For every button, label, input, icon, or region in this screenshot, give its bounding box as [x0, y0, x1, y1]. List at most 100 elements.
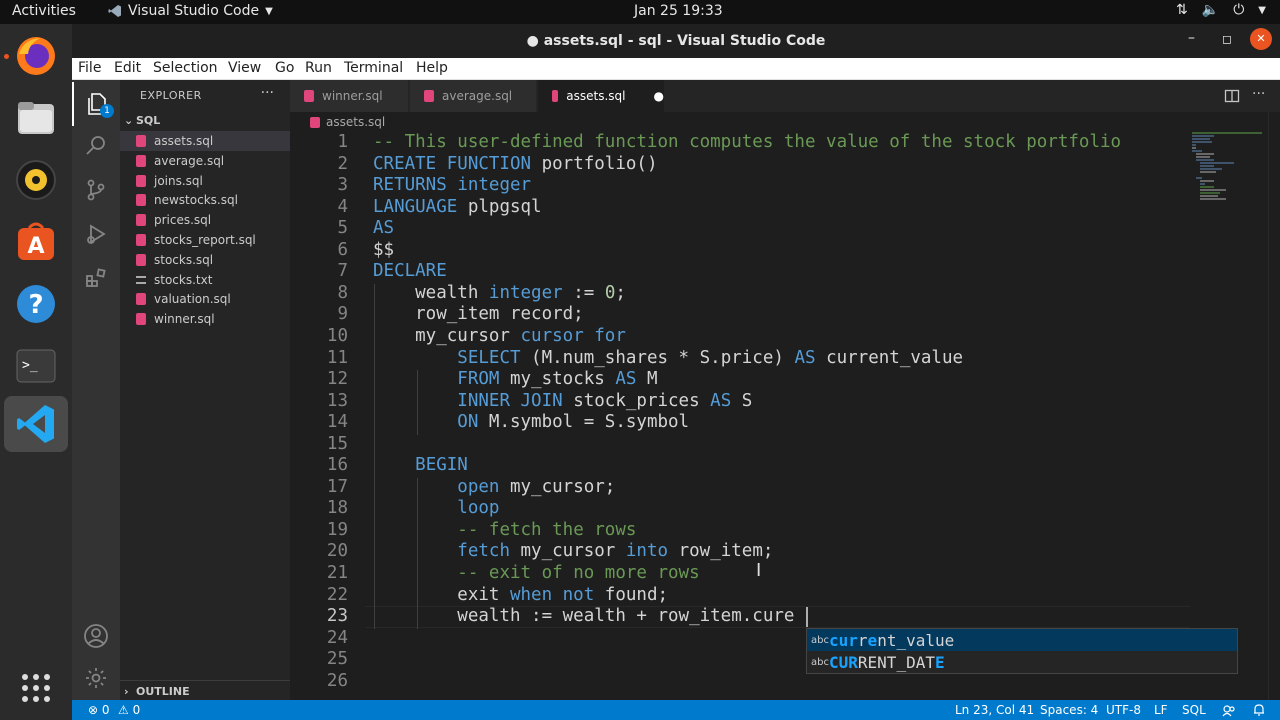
file-item[interactable]: stocks.sql [120, 250, 290, 270]
language-mode[interactable]: SQL [1182, 703, 1206, 717]
clock[interactable]: Jan 25 19:33 [634, 3, 723, 19]
minimize-button[interactable]: – [1188, 30, 1195, 46]
firefox-icon[interactable] [12, 32, 60, 80]
vertical-scrollbar[interactable] [1268, 112, 1280, 700]
account-icon[interactable] [72, 614, 120, 658]
menu-help[interactable]: Help [416, 60, 448, 76]
explorer-icon[interactable]: 1 [72, 82, 120, 126]
suggestion-label: current_value [829, 631, 954, 650]
split-editor-icon[interactable] [1224, 88, 1240, 108]
chevron-down-icon[interactable]: ▼ [1258, 2, 1266, 18]
encoding[interactable]: UTF-8 [1106, 703, 1141, 717]
breadcrumb[interactable]: assets.sql [310, 112, 385, 132]
svg-text:?: ? [28, 290, 43, 320]
code-editor[interactable]: 1 -- This user-defined function computes … [290, 132, 1190, 700]
help-icon[interactable]: ? [12, 280, 60, 328]
tab-assets[interactable]: assets.sql ● [538, 80, 664, 112]
end-of-line[interactable]: LF [1154, 703, 1168, 717]
code-token: stock_prices [562, 390, 711, 411]
extensions-icon[interactable] [72, 256, 120, 300]
file-item[interactable]: stocks_report.sql [120, 230, 290, 250]
search-icon[interactable] [72, 124, 120, 168]
run-debug-icon[interactable] [72, 212, 120, 256]
software-icon[interactable]: A [12, 218, 60, 266]
code-token: exit [373, 584, 510, 605]
problems-errors[interactable]: ⊗ 0 [88, 703, 110, 717]
problems-warnings[interactable]: ⚠ 0 [118, 703, 140, 717]
file-item[interactable]: prices.sql [120, 210, 290, 230]
code-token: 0 [604, 282, 616, 303]
system-tray[interactable]: ⇅ 🔈 ⏻ ▼ [1176, 2, 1266, 18]
file-item[interactable]: average.sql [120, 151, 290, 171]
vscode-icon[interactable] [4, 396, 68, 452]
more-actions-button[interactable]: ··· [261, 85, 274, 101]
file-item[interactable]: joins.sql [120, 171, 290, 191]
maximize-button[interactable]: ◻ [1222, 32, 1232, 46]
power-icon[interactable]: ⏻ [1233, 2, 1244, 18]
unsaved-dot-icon[interactable]: ● [654, 89, 664, 103]
line-number: 6 [337, 239, 348, 260]
bell-icon[interactable] [1252, 703, 1266, 720]
minimap[interactable] [1190, 132, 1266, 212]
gear-icon[interactable] [72, 656, 120, 700]
apps-grid-icon[interactable] [12, 664, 60, 712]
volume-icon[interactable]: 🔈 [1202, 2, 1219, 18]
suggestion-text: E [934, 652, 945, 672]
tab-winner[interactable]: winner.sql [290, 80, 408, 112]
close-button[interactable]: ✕ [1250, 28, 1272, 50]
tab-average[interactable]: average.sql [410, 80, 536, 112]
code-token: S [731, 390, 753, 411]
suggestion-item[interactable]: abc current_value [807, 629, 1237, 651]
file-item[interactable]: winner.sql [120, 309, 290, 329]
menu-file[interactable]: File [78, 60, 101, 76]
ubuntu-dock: A ? >_ [0, 24, 72, 720]
suggestion-widget[interactable]: abc current_value abc CURRENT_DATE [806, 628, 1238, 674]
app-menu[interactable]: Visual Studio Code ▼ [108, 3, 273, 19]
file-item[interactable]: assets.sql [120, 131, 290, 151]
suggestion-text: RENT_DAT [857, 652, 935, 672]
code-token: row_item; [668, 541, 774, 562]
window-title: ● assets.sql - sql - Visual Studio Code [526, 33, 826, 49]
ubuntu-top-bar: Activities Visual Studio Code ▼ Jan 25 1… [0, 0, 1280, 24]
outline-section[interactable]: › OUTLINE [120, 680, 290, 700]
folder-sql[interactable]: ⌄ SQL [124, 114, 160, 127]
code-token: my_cursor [373, 325, 521, 346]
files-icon[interactable] [12, 94, 60, 142]
sql-file-icon [136, 174, 146, 187]
line-number: 26 [326, 670, 348, 691]
code-line: -- exit of no more rows [373, 563, 699, 583]
line-number: 1 [337, 132, 348, 152]
rhythmbox-icon[interactable] [12, 156, 60, 204]
line-number: 9 [337, 304, 348, 325]
menu-go[interactable]: Go [275, 60, 294, 76]
cursor-position[interactable]: Ln 23, Col 41 [955, 703, 1034, 717]
activities-button[interactable]: Activities [12, 3, 76, 19]
line-number: 12 [326, 369, 348, 390]
line-number: 16 [326, 455, 348, 476]
file-item[interactable]: stocks.txt [120, 270, 290, 290]
terminal-icon[interactable]: >_ [12, 342, 60, 390]
text-cursor [806, 607, 808, 627]
menu-terminal[interactable]: Terminal [344, 60, 403, 76]
indentation[interactable]: Spaces: 4 [1040, 703, 1098, 717]
code-line: BEGIN [373, 455, 468, 475]
code-token: wealth := wealth + row_item.cure [373, 606, 795, 627]
suggestion-item[interactable]: abc CURRENT_DATE [807, 651, 1237, 673]
line-number: 10 [326, 325, 348, 346]
file-name: winner.sql [154, 312, 215, 327]
menu-edit[interactable]: Edit [114, 60, 141, 76]
menu-view[interactable]: View [228, 60, 261, 76]
more-actions-icon[interactable]: ··· [1252, 86, 1265, 102]
feedback-icon[interactable] [1222, 703, 1236, 720]
code-token: my_cursor; [499, 476, 616, 497]
running-indicator [4, 54, 9, 59]
chevron-down-icon: ▼ [265, 5, 273, 17]
menu-run[interactable]: Run [305, 60, 332, 76]
source-control-icon[interactable] [72, 168, 120, 212]
file-item[interactable]: newstocks.sql [120, 190, 290, 210]
file-item[interactable]: valuation.sql [120, 289, 290, 309]
network-icon[interactable]: ⇅ [1176, 2, 1188, 18]
line-number: 14 [326, 412, 348, 433]
line-number: 4 [337, 196, 348, 217]
menu-selection[interactable]: Selection [153, 60, 218, 76]
